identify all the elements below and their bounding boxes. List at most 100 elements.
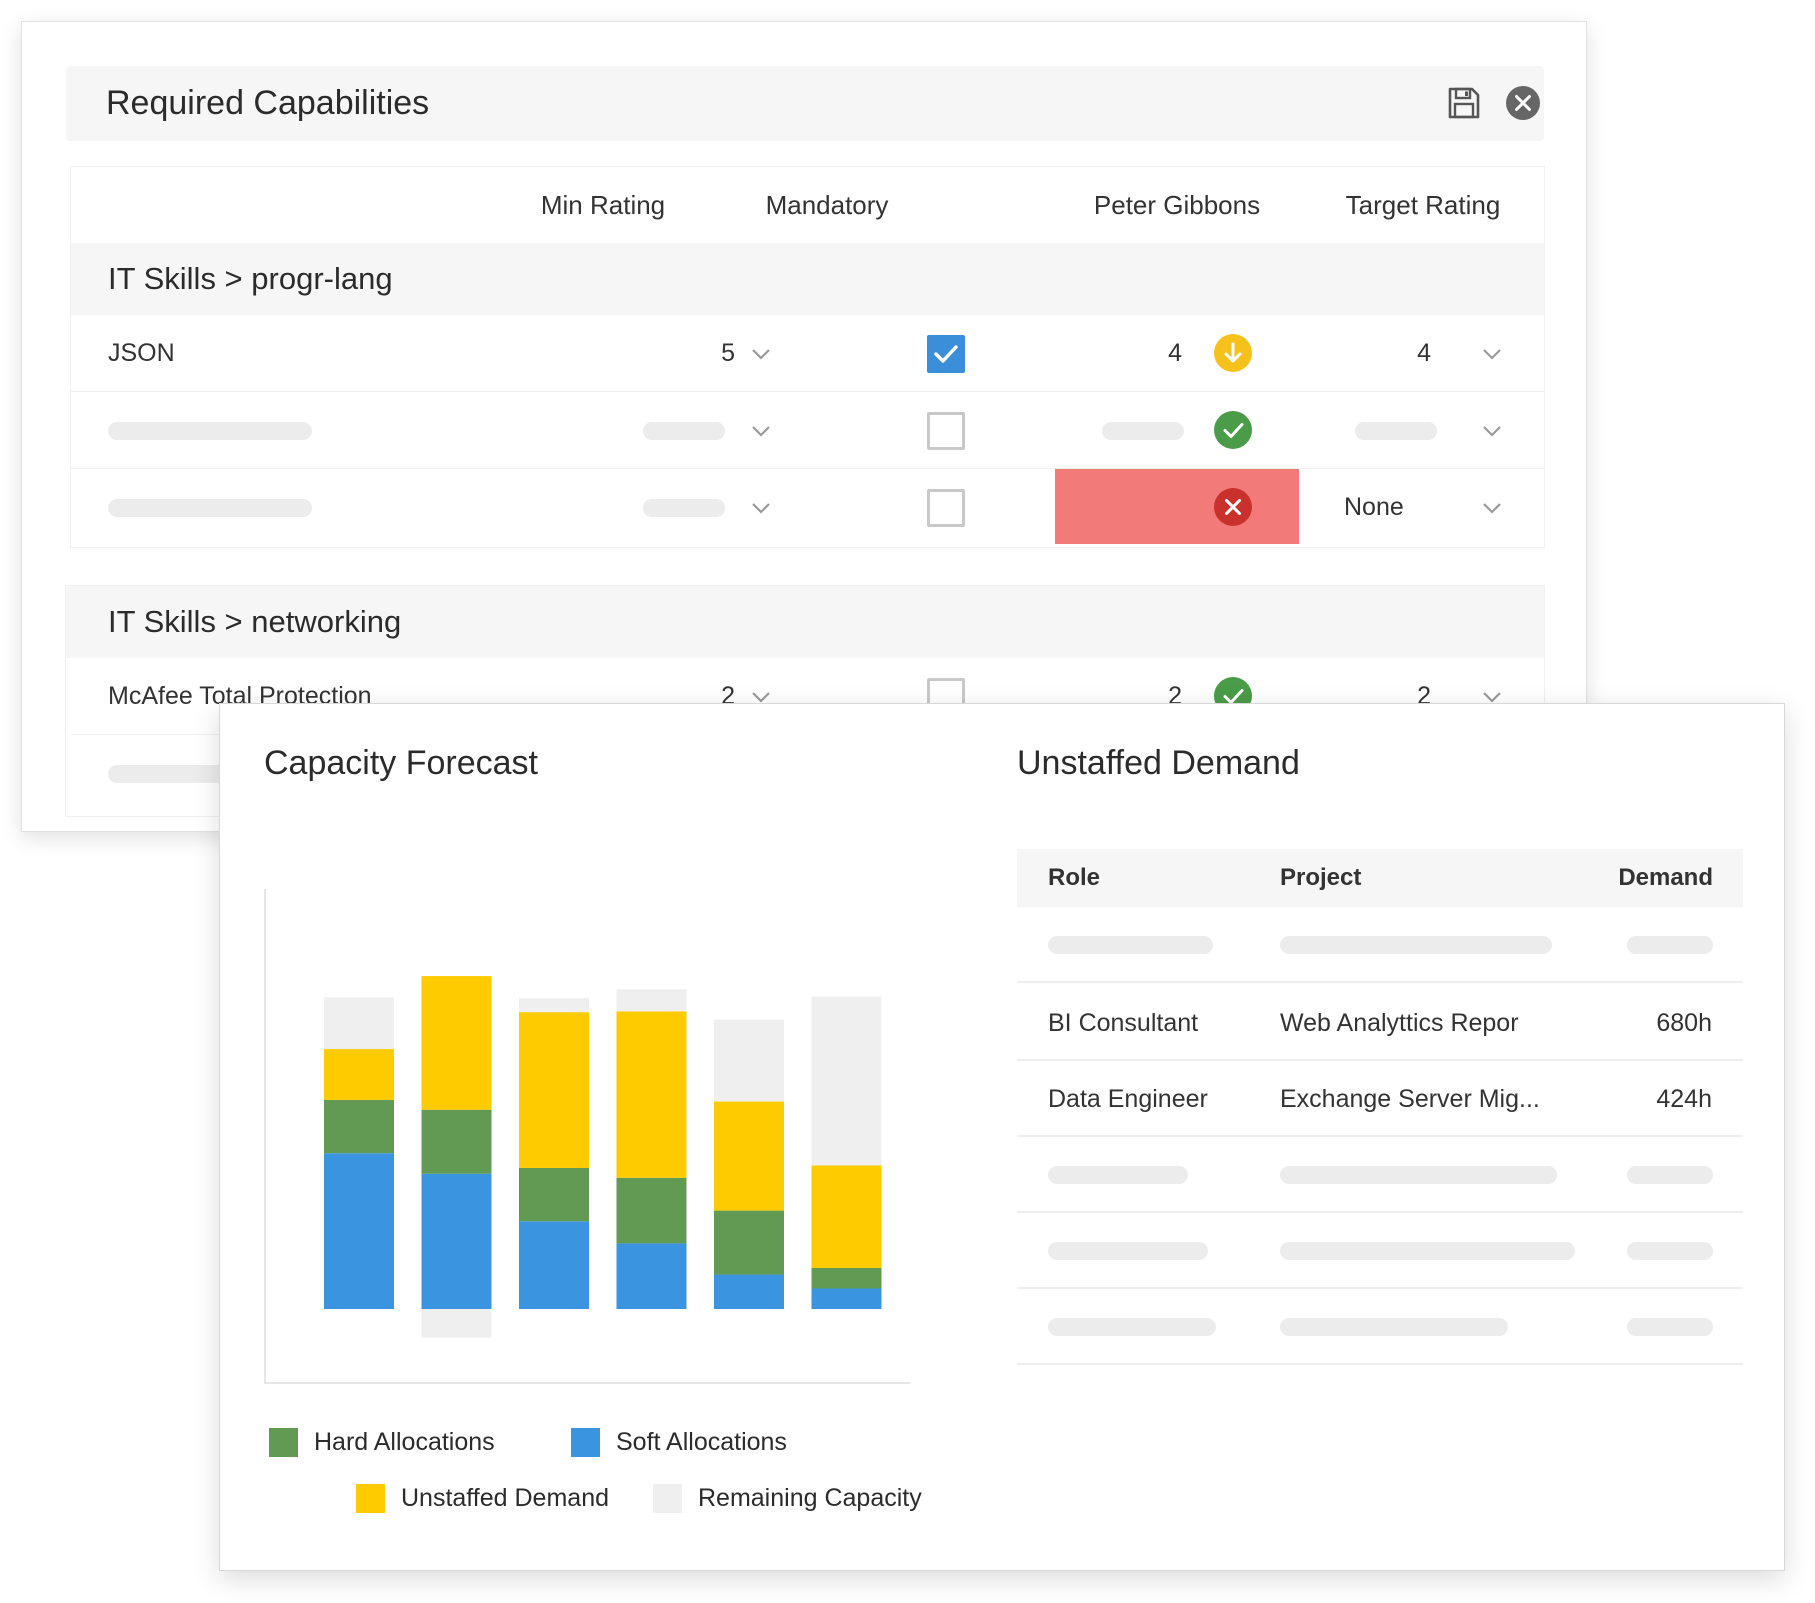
bar-soft-allocations-4: [616, 1243, 687, 1309]
legend-unstaffed: Unstaffed Demand: [356, 1484, 609, 1513]
bar-soft-allocations-6: [811, 1288, 882, 1309]
role-placeholder: [1048, 1166, 1188, 1184]
table-row[interactable]: [1017, 907, 1743, 983]
table-row[interactable]: [1017, 1213, 1743, 1289]
legend-soft: Soft Allocations: [571, 1428, 787, 1457]
column-headers: Min Rating Mandatory Peter Gibbons Targe…: [71, 167, 1544, 243]
bar-hard-allocations-4: [616, 1177, 687, 1244]
skill-name: JSON: [108, 339, 175, 367]
person-rating-value: 4: [1168, 339, 1182, 367]
bar-soft-allocations-2: [421, 1173, 492, 1309]
target-rating-placeholder: [1355, 422, 1437, 440]
legend-label: Remaining Capacity: [698, 1484, 922, 1512]
panel-title: Required Capabilities: [106, 84, 430, 122]
forecast-panel: Capacity Forecast Unstaffed Demand Hard …: [219, 703, 1785, 1571]
role-placeholder: [1048, 936, 1213, 954]
target-rating-value: None: [1344, 493, 1404, 521]
min-rating-value: 5: [721, 339, 735, 367]
close-circle-icon[interactable]: [1504, 84, 1542, 122]
capabilities-table: Min Rating Mandatory Peter Gibbons Targe…: [71, 167, 1544, 547]
demand-cell: 680h: [1656, 1009, 1712, 1037]
chevron-down-icon[interactable]: [750, 343, 772, 365]
col-target-rating: Target Rating: [1345, 190, 1501, 220]
role-placeholder: [1048, 1242, 1208, 1260]
group-header: IT Skills > progr-lang: [71, 243, 1544, 315]
table-row[interactable]: [1017, 1137, 1743, 1213]
skill-name-placeholder: [108, 499, 312, 517]
col-demand: Demand: [1618, 864, 1713, 891]
mandatory-checkbox[interactable]: [927, 412, 965, 450]
legend-swatch: [269, 1428, 298, 1457]
panel-header: Required Capabilities: [66, 66, 1544, 141]
mandatory-checkbox[interactable]: [927, 489, 965, 527]
col-role: Role: [1048, 864, 1101, 891]
min-rating-placeholder: [643, 499, 725, 517]
capacity-forecast-chart: [264, 889, 910, 1384]
save-icon[interactable]: [1445, 84, 1483, 122]
bar-unstaffed-demand-6: [811, 1165, 882, 1268]
table-row: JSON 5 4 4: [71, 315, 1544, 392]
bar-remaining-capacity-6: [811, 996, 882, 1166]
project-placeholder: [1280, 1166, 1557, 1184]
role-cell: Data Engineer: [1048, 1085, 1208, 1113]
check-circle-icon: [1214, 411, 1252, 449]
chevron-down-icon[interactable]: [1481, 420, 1503, 442]
bar-hard-allocations-6: [811, 1268, 882, 1289]
legend-swatch: [653, 1484, 682, 1513]
legend-label: Soft Allocations: [616, 1428, 787, 1456]
skill-name-placeholder: [108, 422, 312, 440]
bar-remaining-capacity-2: [421, 1309, 492, 1338]
group-header: IT Skills > networking: [66, 586, 1544, 658]
bar-unstaffed-demand-5: [714, 1101, 784, 1211]
table-row: [71, 392, 1544, 469]
bar-hard-allocations-1: [324, 1099, 394, 1154]
mandatory-checkbox[interactable]: [927, 335, 965, 373]
bar-hard-allocations-3: [519, 1167, 589, 1222]
chevron-down-icon[interactable]: [1481, 497, 1503, 519]
legend-hard: Hard Allocations: [269, 1428, 495, 1457]
project-cell: Exchange Server Mig...: [1280, 1085, 1540, 1113]
bar-soft-allocations-1: [324, 1153, 394, 1309]
bar-remaining-capacity-5: [714, 1019, 784, 1102]
bar-remaining-capacity-1: [324, 997, 394, 1050]
bar-hard-allocations-5: [714, 1210, 784, 1275]
bar-unstaffed-demand-1: [324, 1049, 394, 1100]
table-row[interactable]: Data Engineer Exchange Server Mig... 424…: [1017, 1061, 1743, 1137]
table-row[interactable]: BI Consultant Web Analyttics Repor 680h: [1017, 985, 1743, 1061]
demand-placeholder: [1627, 1166, 1713, 1184]
arrow-down-circle-icon: [1214, 334, 1252, 372]
role-cell: BI Consultant: [1048, 1009, 1199, 1037]
x-circle-icon: [1214, 488, 1252, 526]
bar-soft-allocations-3: [519, 1221, 589, 1309]
col-min-rating: Min Rating: [540, 190, 666, 220]
demand-placeholder: [1627, 1318, 1713, 1336]
bar-soft-allocations-5: [714, 1274, 784, 1309]
legend-label: Hard Allocations: [314, 1428, 495, 1456]
min-rating-placeholder: [643, 422, 725, 440]
col-project: Project: [1280, 864, 1362, 891]
chevron-down-icon[interactable]: [1481, 343, 1503, 365]
role-placeholder: [1048, 1318, 1216, 1336]
bar-remaining-capacity-4: [616, 989, 687, 1012]
bar-remaining-capacity-3: [519, 998, 589, 1013]
missing-rating-cell: [1055, 469, 1299, 544]
legend-remaining: Remaining Capacity: [653, 1484, 922, 1513]
col-person: Peter Gibbons: [1093, 190, 1261, 220]
chevron-down-icon[interactable]: [750, 497, 772, 519]
group-label: IT Skills > networking: [108, 604, 402, 639]
legend-swatch: [571, 1428, 600, 1457]
demand-placeholder: [1627, 1242, 1713, 1260]
bar-unstaffed-demand-4: [616, 1011, 687, 1178]
table-row: None: [71, 469, 1544, 546]
bar-unstaffed-demand-2: [421, 976, 492, 1110]
project-cell: Web Analyttics Repor: [1280, 1009, 1519, 1037]
project-placeholder: [1280, 1242, 1575, 1260]
chevron-down-icon[interactable]: [750, 420, 772, 442]
table-header: Role Project Demand: [1017, 849, 1743, 907]
table-row[interactable]: [1017, 1289, 1743, 1365]
demand-cell: 424h: [1656, 1085, 1712, 1113]
project-placeholder: [1280, 936, 1552, 954]
bar-hard-allocations-2: [421, 1109, 492, 1174]
legend-swatch: [356, 1484, 385, 1513]
capacity-forecast-title: Capacity Forecast: [264, 744, 538, 782]
